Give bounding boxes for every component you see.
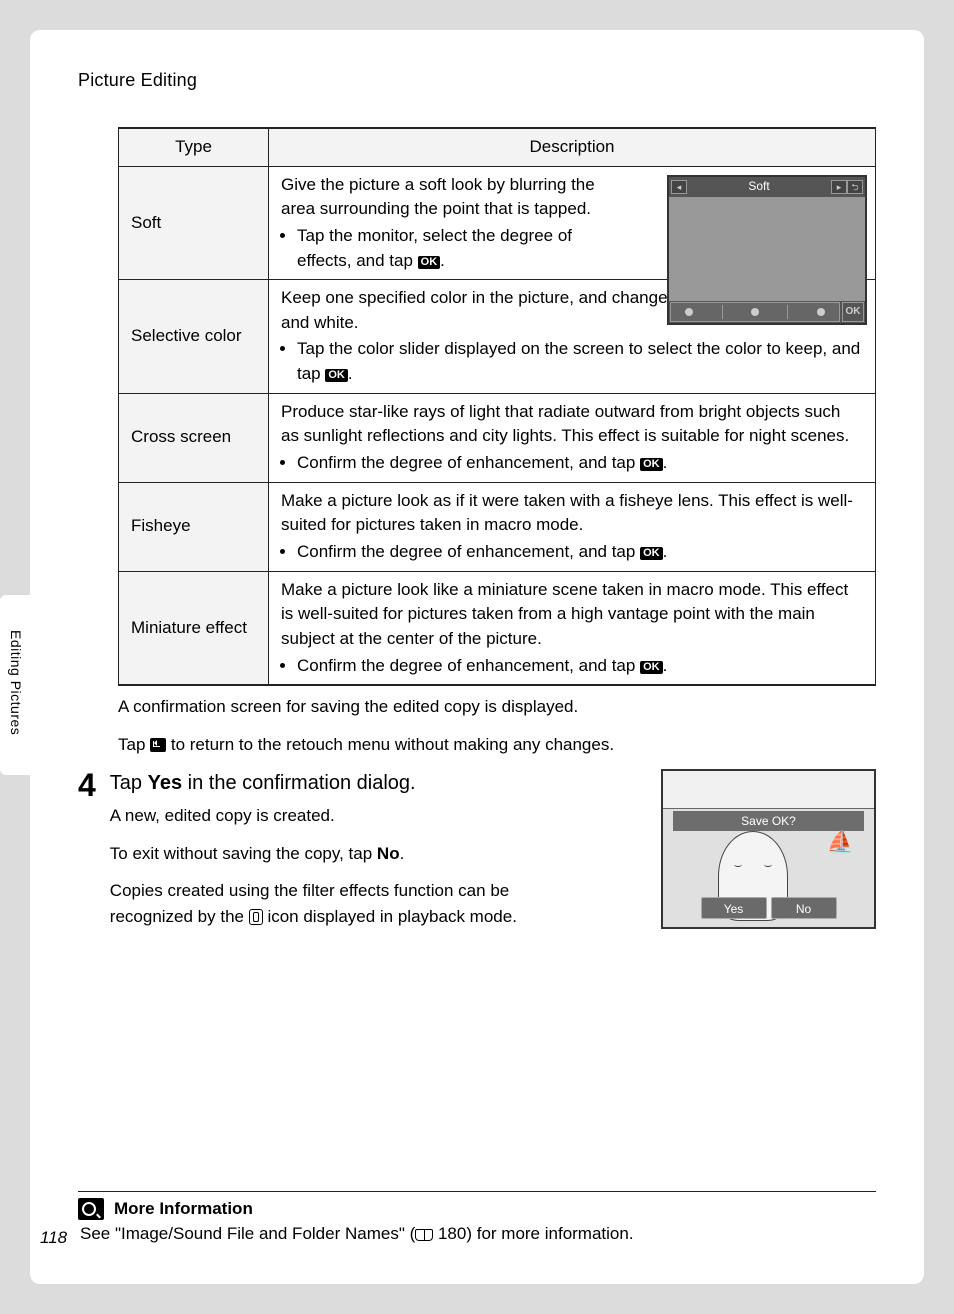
more-info-text-a: See "Image/Sound File and Folder Names" … <box>80 1224 415 1243</box>
main-content: Type Description Soft Give the picture a… <box>118 127 876 941</box>
desc-text: Give the picture a soft look by blurring… <box>281 175 595 219</box>
save-prompt: Save OK? <box>673 811 864 831</box>
preview-body <box>669 197 865 301</box>
ok-icon: OK <box>640 547 663 560</box>
ok-icon: OK <box>640 661 663 674</box>
step-4: 4 Save OK? ⛵ Yes No Tap Yes in the confi… <box>78 769 876 941</box>
desc-cell: Give the picture a soft look by blurring… <box>269 166 876 280</box>
slider-dot <box>685 308 693 316</box>
slider-dot <box>751 308 759 316</box>
bullet-end: . <box>663 453 668 472</box>
ok-icon: OK <box>418 256 441 269</box>
table-row: Cross screen Produce star-like rays of l… <box>119 393 876 482</box>
boat-icon: ⛵ <box>827 829 854 855</box>
desc-text: Make a picture look as if it were taken … <box>281 491 853 535</box>
step-p2a: To exit without saving the copy, tap <box>110 844 377 863</box>
desc-text: Make a picture look like a miniature sce… <box>281 580 848 648</box>
mini-title: Soft <box>687 178 831 195</box>
ok-button[interactable]: OK <box>842 302 864 322</box>
page-header: Picture Editing <box>78 70 876 91</box>
more-info-title: More Information <box>114 1199 253 1219</box>
book-icon <box>415 1229 433 1241</box>
bullet-text: Confirm the degree of enhancement, and t… <box>297 542 640 561</box>
no-label: No <box>377 844 400 863</box>
type-cell: Fisheye <box>119 482 269 571</box>
ok-icon: OK <box>325 369 348 382</box>
bullet-text: Confirm the degree of enhancement, and t… <box>297 453 640 472</box>
type-cell: Miniature effect <box>119 571 269 685</box>
ok-icon: OK <box>640 458 663 471</box>
bullet-text: Confirm the degree of enhancement, and t… <box>297 656 640 675</box>
bullet-end: . <box>663 542 668 561</box>
slider-dot <box>817 308 825 316</box>
step-p2b: . <box>400 844 405 863</box>
col-type: Type <box>119 128 269 166</box>
desc-cell: Make a picture look like a miniature sce… <box>269 571 876 685</box>
bullet-end: . <box>663 656 668 675</box>
return-icon <box>150 738 166 752</box>
no-button[interactable]: No <box>771 897 837 919</box>
table-row: Soft Give the picture a soft look by blu… <box>119 166 876 280</box>
col-desc: Description <box>269 128 876 166</box>
return-icon[interactable]: ⮌ <box>847 180 863 194</box>
bullet-end: . <box>348 364 353 383</box>
more-info-pageref: 180) for more information. <box>433 1224 633 1243</box>
desc-text: Produce star-like rays of light that rad… <box>281 402 849 446</box>
return-note-a: Tap <box>118 735 150 754</box>
desc-cell: Produce star-like rays of light that rad… <box>269 393 876 482</box>
bullet-end: . <box>440 251 445 270</box>
type-cell: Soft <box>119 166 269 280</box>
soft-preview-screen: ◂ Soft ▸ ⮌ <box>667 175 867 325</box>
step-p3b: icon displayed in playback mode. <box>263 907 517 926</box>
step-p1: A new, edited copy is created. <box>110 803 570 829</box>
page-number: 118 <box>40 1228 67 1248</box>
type-cell: Cross screen <box>119 393 269 482</box>
save-confirm-screen: Save OK? ⛵ Yes No <box>661 769 876 929</box>
side-section-label: Editing Pictures <box>8 630 24 735</box>
bullet-text: Tap the color slider displayed on the sc… <box>297 339 860 383</box>
effects-table: Type Description Soft Give the picture a… <box>118 127 876 686</box>
after-table-text: A confirmation screen for saving the edi… <box>118 694 876 757</box>
next-arrow-icon[interactable]: ▸ <box>831 180 847 194</box>
info-icon <box>78 1198 104 1220</box>
table-row: Fisheye Make a picture look as if it wer… <box>119 482 876 571</box>
desc-cell: Make a picture look as if it were taken … <box>269 482 876 571</box>
effect-slider[interactable] <box>670 302 840 322</box>
confirm-note: A confirmation screen for saving the edi… <box>118 694 876 720</box>
more-info-section: More Information See "Image/Sound File a… <box>78 1191 876 1244</box>
yes-label: Yes <box>148 772 182 794</box>
yes-button[interactable]: Yes <box>701 897 767 919</box>
return-note-b: to return to the retouch menu without ma… <box>166 735 614 754</box>
step-number: 4 <box>78 769 96 801</box>
page: Picture Editing Editing Pictures Type De… <box>30 30 924 1284</box>
type-cell: Selective color <box>119 280 269 394</box>
prev-arrow-icon[interactable]: ◂ <box>671 180 687 194</box>
filter-icon <box>249 909 263 925</box>
table-row: Miniature effect Make a picture look lik… <box>119 571 876 685</box>
